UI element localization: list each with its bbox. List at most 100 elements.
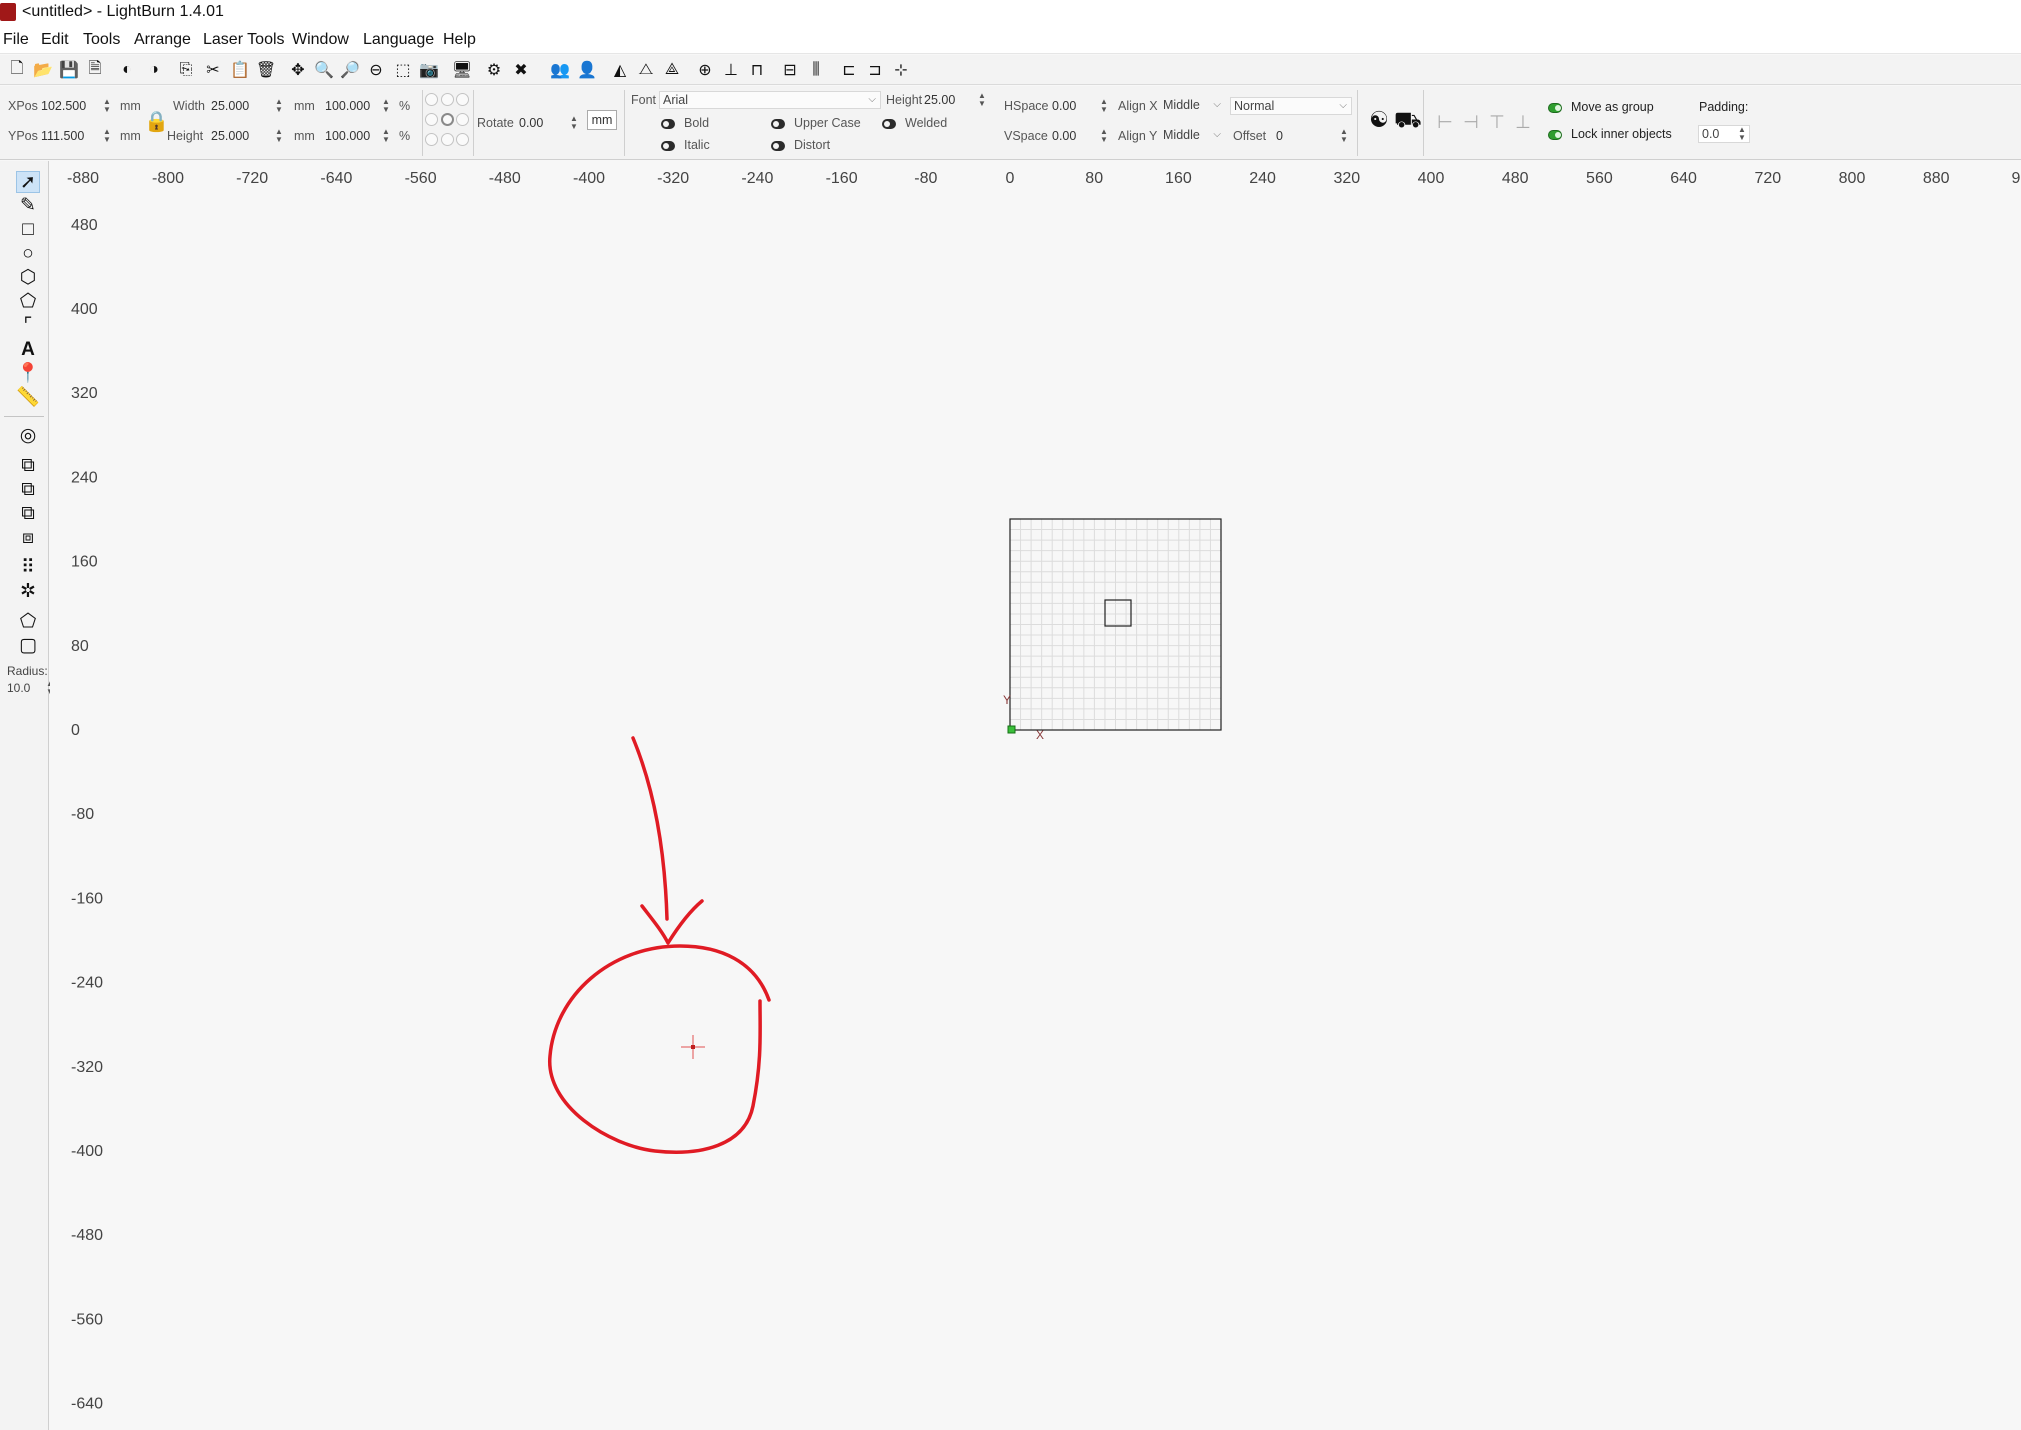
anchor-top-right[interactable] (456, 93, 469, 106)
ungroup-icon[interactable]: 👤 (576, 59, 598, 81)
measure-tool-icon[interactable]: 📏 (16, 387, 40, 409)
anchor-middle-left[interactable] (425, 113, 438, 126)
offset-field[interactable]: 0 (1276, 129, 1283, 143)
anchor-bottom-center[interactable] (441, 133, 454, 146)
polygon-tool-icon[interactable]: ⬡ (16, 267, 40, 289)
import-icon[interactable]: ◐ (116, 59, 138, 81)
height-spinner[interactable]: ▲ ▼ (274, 128, 284, 144)
ellipse-tool-icon[interactable]: ○ (16, 243, 40, 265)
anchor-bottom-right[interactable] (456, 133, 469, 146)
weld-icon[interactable]: ⧉ (16, 455, 40, 477)
save-as-icon[interactable]: 🗎 (84, 59, 106, 81)
cut-icon[interactable]: ✂ (202, 59, 224, 81)
save-icon[interactable]: 💾 (58, 59, 80, 81)
move-as-group-toggle[interactable] (1548, 103, 1562, 113)
align-top-icon[interactable]: ⊤ (1487, 112, 1507, 132)
lock-inner-objects-toggle[interactable] (1548, 130, 1562, 140)
welded-toggle[interactable] (882, 119, 896, 129)
distort-toggle[interactable] (771, 141, 785, 151)
settings-icon[interactable]: ⚙ (483, 59, 505, 81)
delete-icon[interactable]: 🗑 (255, 59, 277, 81)
hspace-field[interactable]: 0.00 (1052, 99, 1076, 113)
upper-case-toggle[interactable] (771, 119, 785, 129)
hspace-spinner[interactable]: ▲ ▼ (1099, 98, 1109, 114)
offset-spinner[interactable]: ▲ ▼ (1339, 128, 1349, 144)
vspace-spinner[interactable]: ▲ ▼ (1099, 128, 1109, 144)
align-middles-icon[interactable]: ⫼ (805, 59, 827, 81)
zoom-in-icon[interactable]: 🔍 (313, 59, 335, 81)
width-percent-field[interactable]: 100.000 (325, 99, 370, 113)
font-select[interactable]: Arial ⌵ (659, 91, 881, 109)
paste-icon[interactable]: 📋 (229, 59, 251, 81)
chamfer-corner-icon[interactable]: ▢ (16, 635, 40, 657)
menu-arrange[interactable]: Arrange (134, 31, 191, 49)
align-left-icon[interactable]: ⊢ (1435, 112, 1455, 132)
align-y-select[interactable]: Middle ⌵ (1160, 127, 1225, 145)
group-icon[interactable]: 👥 (549, 59, 571, 81)
vspace-field[interactable]: 0.00 (1052, 129, 1076, 143)
anchor-top-left[interactable] (425, 93, 438, 106)
ypos-field[interactable]: 111.500 (41, 129, 84, 143)
rounded-corner-icon[interactable]: ⬠ (16, 611, 40, 633)
laser-tools-icon[interactable]: ⛟ (1394, 108, 1422, 132)
mirror-v-icon[interactable]: ⧍ (635, 59, 657, 81)
boolean-union-icon[interactable]: ⧉ (16, 479, 40, 501)
offset-shapes-icon[interactable]: ◎ (16, 425, 40, 447)
export-icon[interactable]: ◑ (143, 59, 165, 81)
open-file-icon[interactable]: 📂 (32, 59, 54, 81)
select-tool-icon[interactable]: ➚ (16, 171, 40, 193)
menu-language[interactable]: Language (363, 31, 434, 49)
circular-array-icon[interactable]: ✲ (16, 581, 40, 603)
offset-tool-icon[interactable]: ⌜ (16, 315, 40, 337)
boolean-intersect-icon[interactable]: ⧈ (16, 527, 40, 549)
align-bottom-icon[interactable]: ⊥ (1513, 112, 1533, 132)
boolean-subtract-icon[interactable]: ⧉ (16, 503, 40, 525)
position-laser-icon[interactable]: 📍 (16, 363, 40, 385)
anchor-middle-right[interactable] (456, 113, 469, 126)
xpos-spinner[interactable]: ▲ ▼ (102, 98, 112, 114)
height-percent-spinner[interactable]: ▲ ▼ (381, 128, 391, 144)
frame-select-icon[interactable]: ⬚ (392, 59, 414, 81)
width-percent-spinner[interactable]: ▲ ▼ (381, 98, 391, 114)
ypos-spinner[interactable]: ▲ ▼ (102, 128, 112, 144)
rotate-field[interactable]: 0.00 (519, 116, 543, 130)
italic-toggle[interactable] (661, 141, 675, 151)
text-tool-icon[interactable]: A (16, 339, 40, 361)
menu-edit[interactable]: Edit (41, 31, 69, 49)
lock-aspect-icon[interactable]: 🔒 (144, 110, 169, 134)
menu-file[interactable]: File (3, 31, 29, 49)
edit-nodes-icon[interactable]: ⬠ (16, 291, 40, 313)
new-file-icon[interactable]: 🗋 (6, 59, 28, 81)
width-spinner[interactable]: ▲ ▼ (274, 98, 284, 114)
camera-icon[interactable]: 📷 (418, 59, 440, 81)
anchor-bottom-left[interactable] (425, 133, 438, 146)
draw-lines-icon[interactable]: ✎ (16, 195, 40, 217)
font-height-spinner[interactable]: ▲ ▼ (977, 92, 987, 108)
center-icon[interactable]: ⊕ (694, 59, 716, 81)
anchor-top-center[interactable] (441, 93, 454, 106)
copy-icon[interactable]: ⎘ (175, 59, 197, 81)
mirror-h-icon[interactable]: ◭ (609, 59, 631, 81)
workspace-canvas[interactable]: -880 -800 -720 -640 -560 -480 -400 -320 -240 -160… (50, 161, 2021, 1430)
bold-toggle[interactable] (661, 119, 675, 129)
menu-help[interactable]: Help (443, 31, 476, 49)
monitor-icon[interactable]: 🖥 (451, 59, 473, 81)
font-height-field[interactable]: 25.00 (924, 93, 955, 107)
menu-tools[interactable]: Tools (83, 31, 120, 49)
height-percent-field[interactable]: 100.000 (325, 129, 370, 143)
space-v-icon[interactable]: ⊐ (864, 59, 886, 81)
rectangle-tool-icon[interactable]: □ (16, 219, 40, 241)
unit-toggle-button[interactable]: mm (587, 110, 617, 130)
height-field[interactable]: 25.000 (211, 129, 249, 143)
align-icon[interactable]: ⊥ (720, 59, 742, 81)
menu-window[interactable]: Window (292, 31, 349, 49)
padding-spinner[interactable]: ▲ ▼ (1737, 126, 1747, 142)
rotate-spinner[interactable]: ▲ ▼ (569, 115, 579, 131)
align-hcenter-icon[interactable]: ⊣ (1461, 112, 1481, 132)
move-icon[interactable]: ✥ (287, 59, 309, 81)
text-style-select[interactable]: Normal ⌵ (1230, 97, 1352, 115)
distribute-icon[interactable]: ⊓ (746, 59, 768, 81)
boolean-weld-icon[interactable]: ☯ (1367, 108, 1391, 132)
move-laser-icon[interactable]: ⊹ (890, 59, 912, 81)
xpos-field[interactable]: 102.500 (41, 99, 86, 113)
